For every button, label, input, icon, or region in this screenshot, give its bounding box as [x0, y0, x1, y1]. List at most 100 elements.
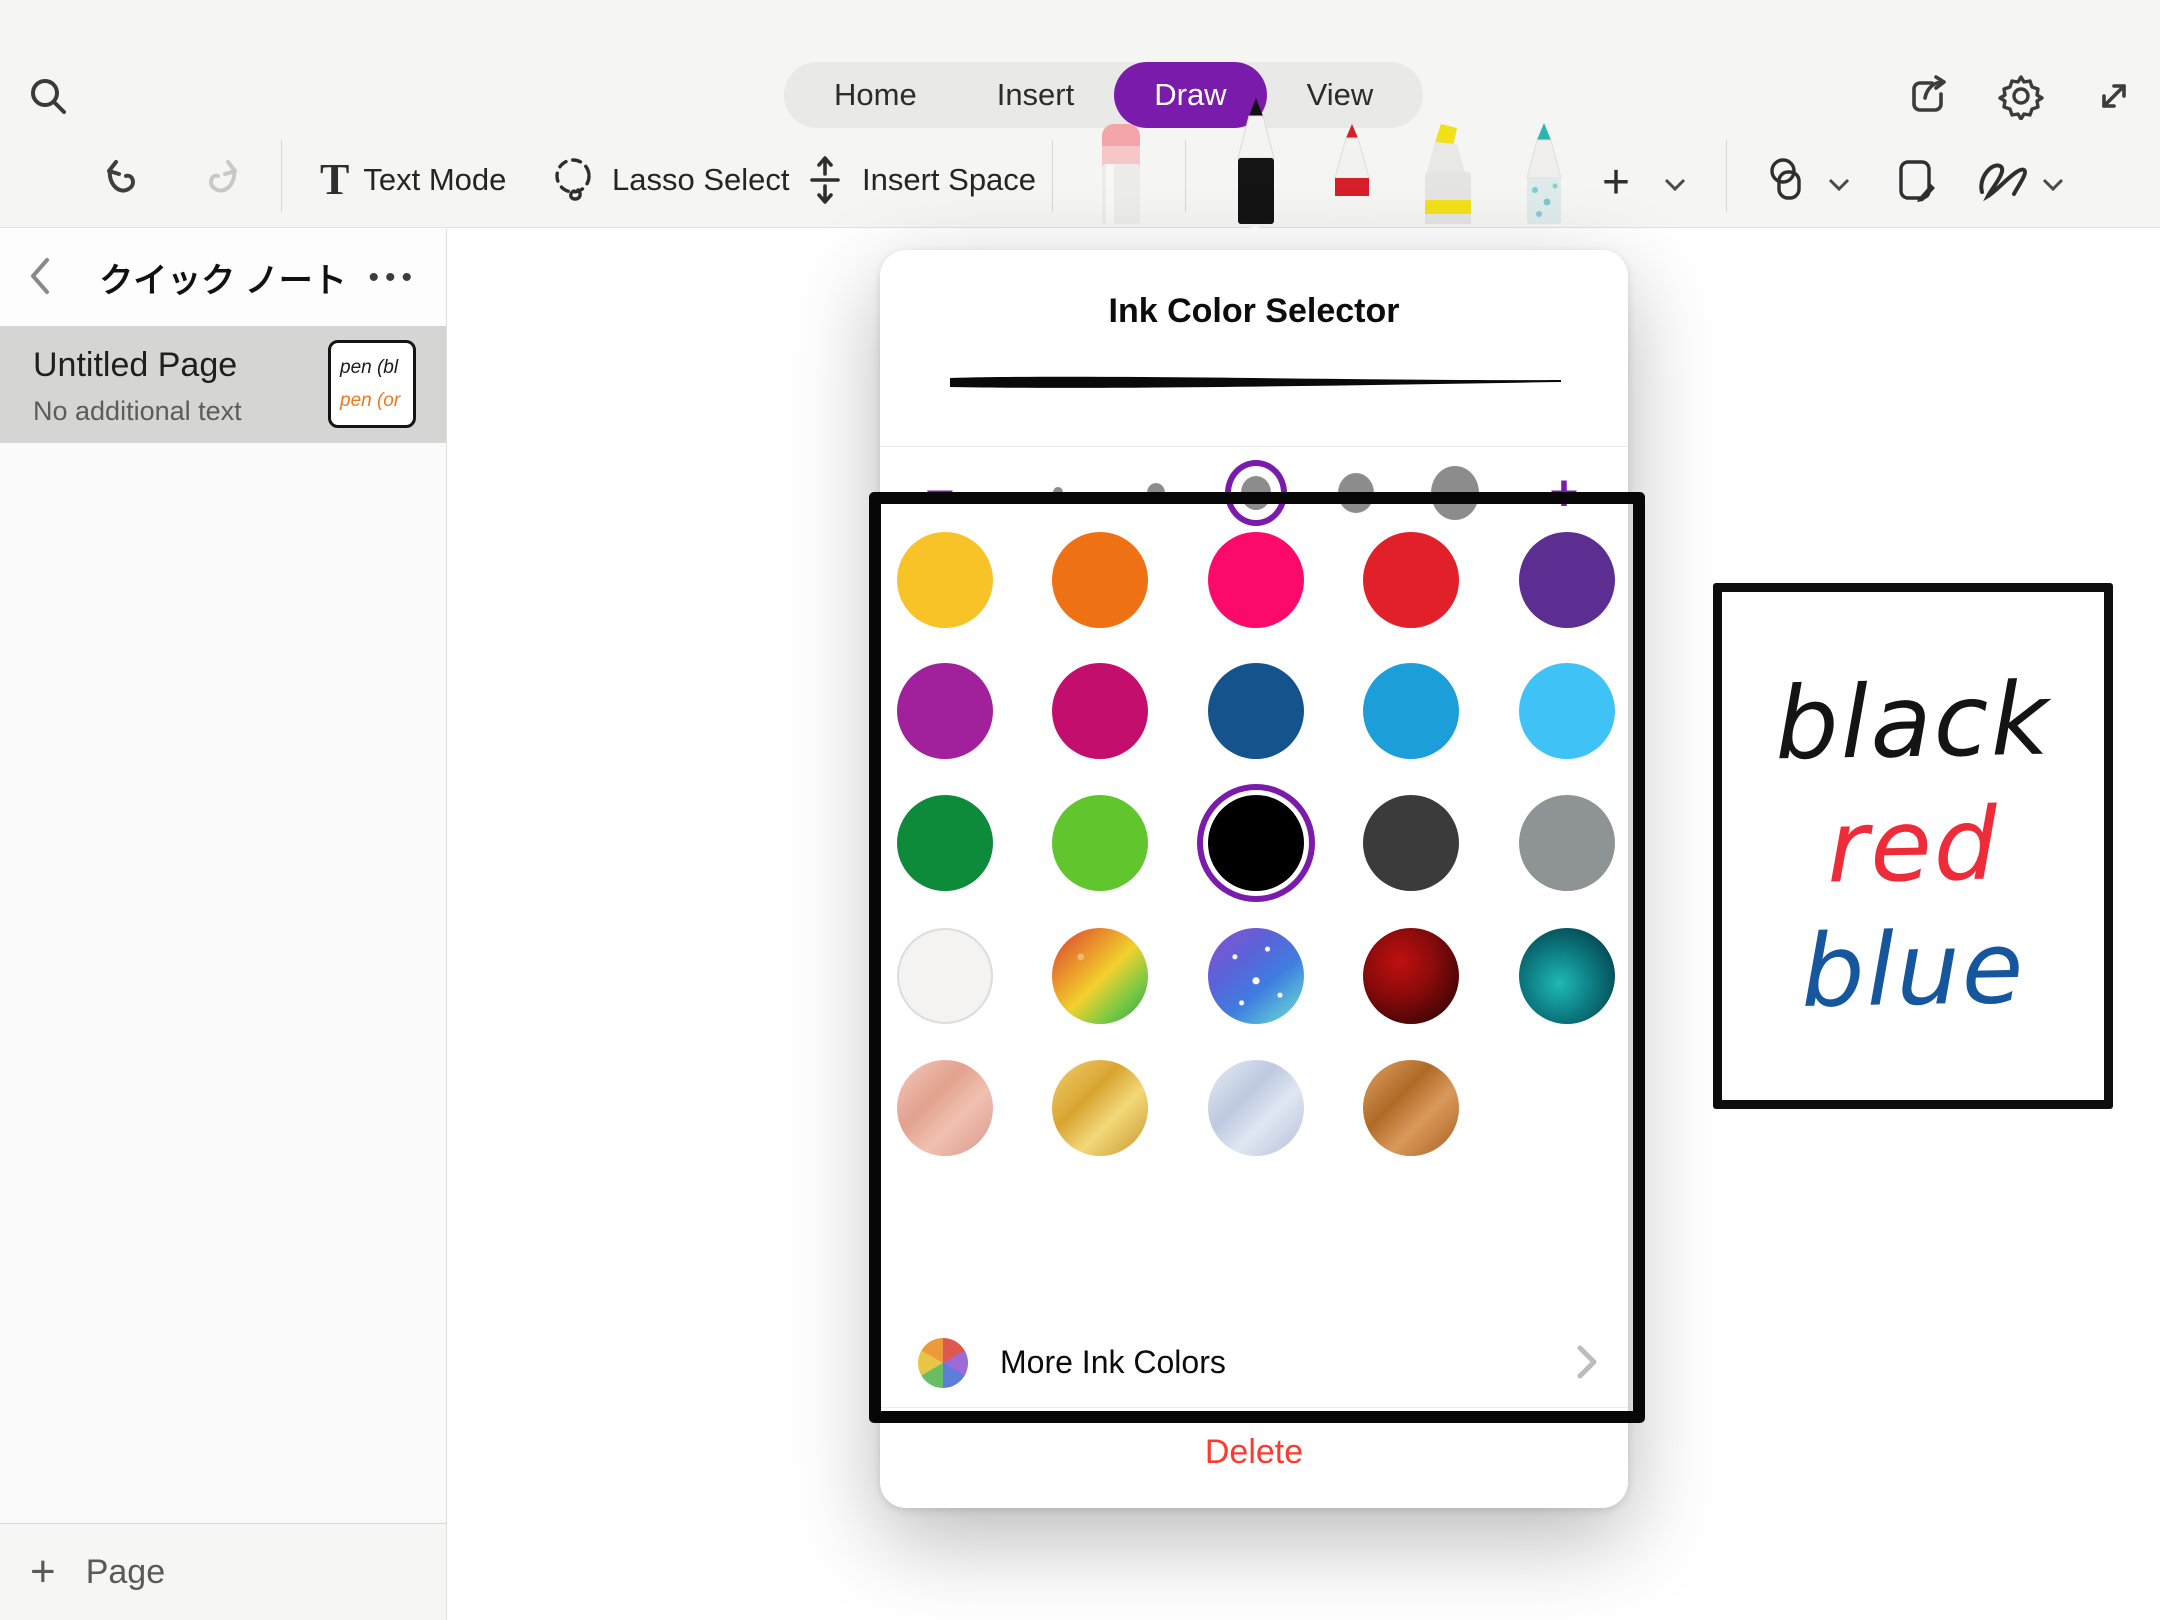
settings-button[interactable] — [1995, 70, 2047, 122]
pen-black-tool-selected[interactable] — [1223, 96, 1289, 227]
sidebar-footer: + Page — [0, 1523, 446, 1620]
ink-replay-chevron-icon[interactable] — [2040, 176, 2066, 194]
ink-color-swatch-dark-blue[interactable] — [1208, 663, 1304, 759]
eraser-tool[interactable] — [1090, 120, 1152, 227]
lasso-select-label: Lasso Select — [612, 162, 790, 198]
thickness-increase-button[interactable]: + — [1534, 447, 1594, 539]
sidebar-header: クイック ノート ••• — [0, 229, 446, 326]
share-button[interactable] — [1902, 70, 1954, 122]
ink-color-swatch-pink[interactable] — [1208, 532, 1304, 628]
thickness-option-5[interactable] — [1420, 447, 1490, 539]
pencil-teal-tool[interactable] — [1513, 120, 1575, 227]
tab-home[interactable]: Home — [794, 62, 957, 128]
page-title: Untitled Page — [33, 346, 237, 385]
add-pen-button[interactable]: + — [1602, 150, 1630, 214]
undo-button[interactable] — [100, 152, 152, 204]
share-icon — [1905, 73, 1951, 119]
stroke-preview — [948, 372, 1563, 394]
more-ink-colors-button[interactable]: More Ink Colors — [880, 1314, 1628, 1410]
pen-red-tool[interactable] — [1321, 120, 1383, 227]
highlighter-yellow-tool[interactable] — [1415, 120, 1481, 227]
chevron-left-icon — [28, 256, 52, 296]
ink-color-popover: Ink Color Selector − + More Ink Colors D… — [880, 250, 1628, 1508]
ink-color-swatch-raspberry[interactable] — [1052, 663, 1148, 759]
ink-color-swatch-light-green[interactable] — [1052, 795, 1148, 891]
ink-color-swatch-galaxy[interactable] — [1208, 928, 1304, 1024]
popover-title: Ink Color Selector — [880, 292, 1628, 331]
ink-to-shape-button[interactable] — [1760, 152, 1816, 208]
handwritten-word-red: red — [1826, 786, 2000, 907]
shapes-icon — [1762, 154, 1814, 206]
thickness-option-2[interactable] — [1121, 447, 1191, 539]
ink-color-swatch-orange[interactable] — [1052, 532, 1148, 628]
ink-color-swatch-bronze[interactable] — [1363, 1060, 1459, 1156]
toolbar-divider — [281, 140, 282, 212]
text-mode-label: Text Mode — [363, 162, 506, 198]
ribbon-tab-strip: HomeInsertDrawView — [784, 62, 1423, 128]
handwritten-word-blue: blue — [1800, 909, 2026, 1031]
page-subtitle: No additional text — [33, 396, 242, 427]
page-thumbnail: pen (blpen (or — [328, 340, 416, 428]
ink-color-swatch-red-marble[interactable] — [1363, 928, 1459, 1024]
shapes-chevron-icon[interactable] — [1826, 176, 1852, 194]
redo-button[interactable] — [192, 152, 244, 204]
ink-color-swatch-black-selected[interactable] — [1208, 795, 1304, 891]
insert-space-icon — [802, 152, 848, 208]
ink-color-swatch-magenta[interactable] — [897, 663, 993, 759]
sidebar-more-button[interactable]: ••• — [368, 261, 418, 295]
search-button[interactable] — [24, 72, 72, 120]
ink-color-swatch-purple[interactable] — [1519, 532, 1615, 628]
ink-color-swatch-gray[interactable] — [1519, 795, 1615, 891]
chevron-right-icon — [1576, 1344, 1598, 1380]
lasso-icon — [548, 152, 598, 208]
search-icon — [27, 75, 69, 117]
back-button[interactable] — [28, 256, 52, 299]
ink-color-swatch-light-blue[interactable] — [1519, 663, 1615, 759]
ink-replay-button[interactable] — [1972, 152, 2032, 208]
notebook-title: クイック ノート — [99, 253, 346, 302]
ink-color-swatch-rainbow-glitter[interactable] — [1052, 928, 1148, 1024]
insert-space-button[interactable]: Insert Space — [802, 148, 1036, 212]
ink-color-swatch-gold[interactable] — [897, 532, 993, 628]
add-page-button[interactable]: + Page — [30, 1524, 165, 1620]
text-mode-button[interactable]: T Text Mode — [320, 148, 506, 212]
thickness-option-3-selected[interactable] — [1221, 447, 1291, 539]
thickness-dot — [1338, 473, 1374, 513]
note-pen-icon — [1891, 154, 1941, 206]
thickness-dot — [1431, 466, 1479, 520]
tab-insert[interactable]: Insert — [957, 62, 1115, 128]
selected-thickness-ring — [1225, 460, 1287, 526]
gear-icon — [1997, 72, 2045, 120]
thickness-dot — [1147, 483, 1165, 503]
thumbnail-ink-text: pen (or — [340, 384, 413, 417]
thickness-selector: − + — [880, 447, 1628, 539]
expand-icon — [2092, 74, 2136, 118]
ink-color-swatch-blue[interactable] — [1363, 663, 1459, 759]
insert-space-label: Insert Space — [862, 162, 1036, 198]
page-list-item[interactable]: Untitled Page No additional text pen (bl… — [0, 326, 446, 443]
lasso-select-button[interactable]: Lasso Select — [548, 148, 790, 212]
ink-color-swatch-red[interactable] — [1363, 532, 1459, 628]
top-toolbar: HomeInsertDrawView T Text Mode Lasso Sel… — [0, 0, 2160, 228]
thickness-dot — [1053, 487, 1063, 498]
delete-pen-button[interactable]: Delete — [880, 1416, 1628, 1488]
undo-icon — [102, 154, 150, 202]
ink-color-swatch-green[interactable] — [897, 795, 993, 891]
thumbnail-ink-text: pen (bl — [340, 351, 413, 384]
ink-scribble-icon — [1974, 154, 2030, 206]
ink-notes-button[interactable] — [1888, 152, 1944, 208]
text-mode-icon: T — [320, 158, 349, 202]
add-pen-chevron-icon[interactable] — [1662, 176, 1688, 194]
fullscreen-button[interactable] — [2088, 70, 2140, 122]
thickness-option-1[interactable] — [1023, 447, 1093, 539]
toolbar-divider — [1185, 140, 1186, 212]
thickness-option-4[interactable] — [1321, 447, 1391, 539]
ink-rectangle-annotation-canvas: blackredblue — [1713, 583, 2113, 1109]
ink-color-swatch-dark-gray[interactable] — [1363, 795, 1459, 891]
ink-color-swatch-white[interactable] — [897, 928, 993, 1024]
ink-color-swatch-gold-shimmer[interactable] — [1052, 1060, 1148, 1156]
ink-color-swatch-rose-gold[interactable] — [897, 1060, 993, 1156]
thickness-decrease-button[interactable]: − — [910, 447, 970, 539]
ink-color-swatch-silver[interactable] — [1208, 1060, 1304, 1156]
ink-color-swatch-teal-marble[interactable] — [1519, 928, 1615, 1024]
